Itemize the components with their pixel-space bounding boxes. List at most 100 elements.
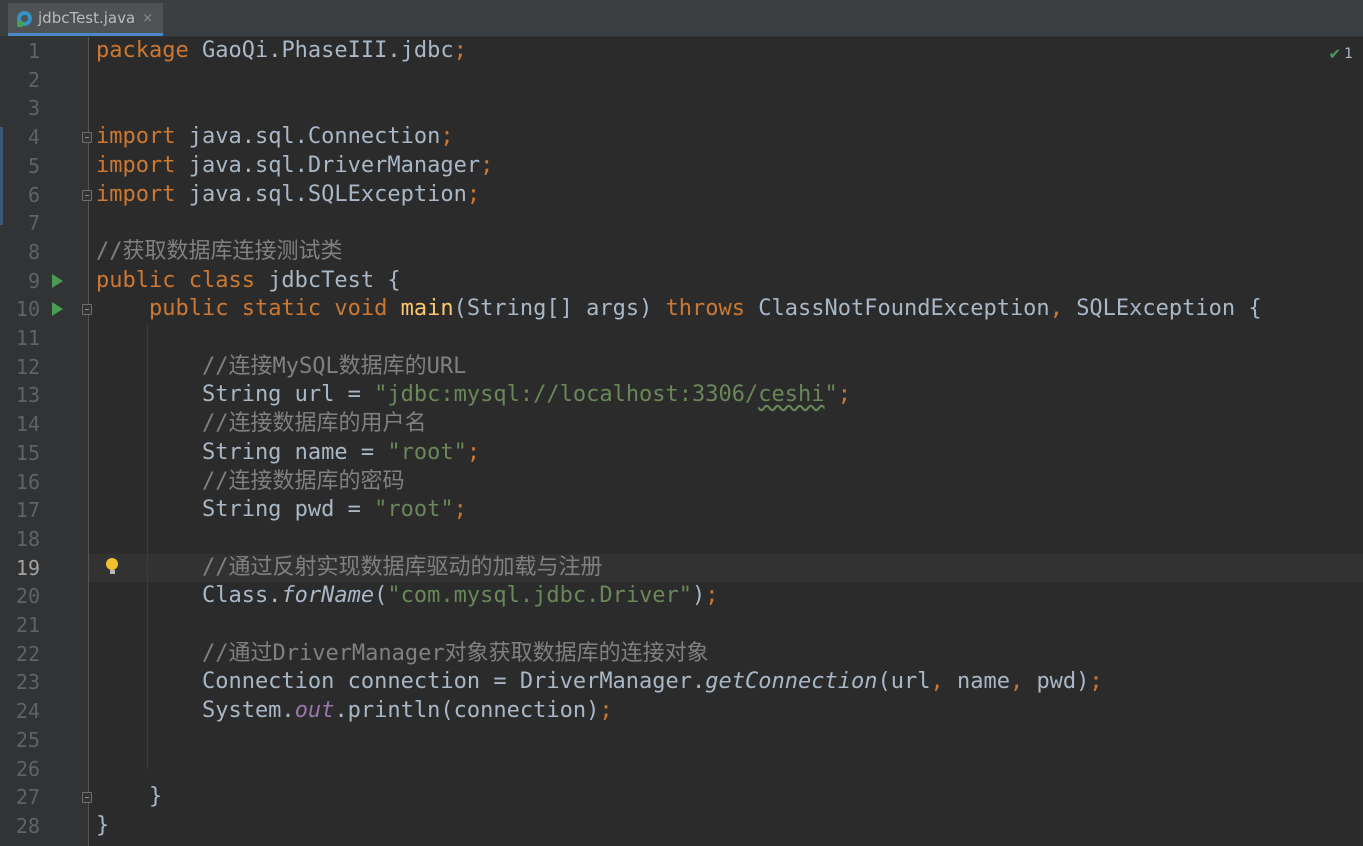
code-token: out [294, 698, 335, 724]
code-token: "root" [387, 439, 467, 465]
line-number: 10 [15, 297, 40, 322]
code-token: //通过反射实现数据库驱动的加载与注册 [201, 554, 603, 580]
fold-marker-icon[interactable] [82, 792, 92, 804]
code-token: //连接数据库的密码 [201, 468, 405, 494]
line-number: 9 [27, 268, 40, 293]
code-line[interactable]: package GaoQi.PhaseIII.jdbc; [96, 37, 467, 66]
line-number: 8 [27, 239, 40, 264]
code-line[interactable]: } [96, 812, 109, 841]
code-token: forName [281, 583, 375, 609]
code-token: ; [453, 497, 467, 523]
line-number: 12 [15, 354, 40, 379]
code-token: (url [877, 669, 931, 695]
intention-bulb-icon[interactable] [106, 557, 118, 574]
code-token: String pwd = [96, 497, 375, 523]
fold-marker-icon[interactable] [82, 132, 92, 144]
code-token: ; [466, 181, 481, 207]
line-number: 28 [15, 813, 40, 838]
line-number: 20 [15, 584, 40, 609]
java-class-icon [17, 10, 32, 27]
code-token: public class [96, 267, 269, 293]
line-number: 15 [15, 440, 40, 465]
code-line[interactable]: //获取数据库连接测试类 [96, 238, 343, 267]
inspection-status[interactable]: ✔ 1 [1329, 45, 1354, 63]
code-token: pwd) [1036, 669, 1090, 695]
code-line[interactable]: //连接MySQL数据库的URL [96, 353, 466, 382]
code-token: "com.mysql.jdbc.Driver" [387, 583, 693, 609]
tab-filename: jdbcTest.java [38, 9, 136, 27]
line-number: 1 [27, 39, 40, 63]
file-tab[interactable]: jdbcTest.java × [8, 3, 163, 36]
code-token: } [96, 812, 110, 838]
run-gutter-icon[interactable] [52, 273, 63, 288]
code-line[interactable]: } [96, 783, 162, 812]
code-line[interactable]: String pwd = "root"; [96, 496, 467, 525]
code-token: public static void [148, 296, 401, 322]
code-line[interactable]: import java.sql.SQLException; [96, 181, 480, 210]
code-editor[interactable]: 1 package GaoQi.PhaseIII.jdbc; 2 3 4 import j… [0, 37, 1363, 846]
code-line[interactable]: String url = "jdbc:mysql://localhost:330… [96, 381, 851, 410]
code-token: String url = [96, 382, 375, 408]
code-token: name [956, 669, 1010, 695]
line-number: 26 [15, 756, 40, 781]
line-number: 13 [15, 383, 40, 408]
code-line[interactable]: import java.sql.Connection; [96, 123, 454, 152]
inspection-count: 1 [1344, 46, 1353, 62]
code-token: ClassNotFoundException [758, 296, 1050, 322]
close-icon[interactable]: × [142, 11, 153, 26]
code-token: ; [837, 382, 851, 408]
line-number: 6 [27, 182, 40, 207]
line-number: 24 [15, 699, 40, 724]
code-token: import [96, 124, 189, 150]
run-gutter-icon[interactable] [52, 302, 63, 317]
code-token: , [1009, 669, 1037, 695]
code-token: "jdbc:mysql://localhost:3306/ [374, 382, 759, 408]
code-token: //通过DriverManager对象获取数据库的连接对象 [201, 640, 709, 666]
checkmark-icon: ✔ [1328, 45, 1342, 63]
code-token: , [1049, 296, 1077, 322]
code-token: throws [665, 296, 759, 322]
fold-marker-icon[interactable] [82, 304, 92, 316]
code-token: ; [453, 38, 467, 63]
code-line[interactable]: Class.forName("com.mysql.jdbc.Driver"); [96, 582, 719, 611]
code-token: ; [599, 698, 613, 724]
line-number: 5 [27, 153, 40, 178]
code-line[interactable]: public static void main(String[] args) t… [96, 295, 1262, 324]
line-number: 19 [15, 555, 40, 580]
code-token: java.sql.SQLException [188, 181, 467, 207]
code-token: import [96, 152, 189, 178]
editor-tab-bar: jdbcTest.java × [0, 0, 1363, 37]
code-line[interactable]: import java.sql.DriverManager; [96, 152, 493, 181]
code-token: "root" [374, 497, 454, 523]
line-number: 21 [15, 613, 40, 637]
line-number: 2 [27, 67, 40, 92]
line-number: 14 [15, 412, 40, 437]
code-token: java.sql.DriverManager [188, 152, 481, 178]
code-line[interactable]: //连接数据库的用户名 [96, 410, 427, 439]
code-token: main [400, 296, 454, 322]
code-token: //连接MySQL数据库的URL [201, 353, 467, 379]
code-token: //获取数据库连接测试类 [96, 238, 343, 264]
fold-marker-icon[interactable] [82, 189, 92, 201]
code-line[interactable]: //通过反射实现数据库驱动的加载与注册 [96, 554, 603, 583]
code-token: ( [374, 583, 388, 609]
code-token: System. [96, 698, 295, 724]
line-number: 7 [27, 211, 40, 236]
code-token: ) [692, 583, 706, 609]
line-number: 11 [15, 326, 40, 350]
code-token: ; [440, 124, 454, 150]
change-marker [0, 127, 3, 225]
code-line[interactable]: //通过DriverManager对象获取数据库的连接对象 [96, 640, 709, 669]
code-line[interactable]: //连接数据库的密码 [96, 468, 405, 497]
code-line[interactable]: public class jdbcTest { [96, 267, 401, 296]
code-line[interactable]: Connection connection = DriverManager.ge… [96, 668, 1103, 697]
line-number: 25 [15, 727, 40, 752]
code-line[interactable]: String name = "root"; [96, 439, 480, 468]
code-token: jdbcTest { [268, 267, 401, 293]
code-line[interactable]: System.out.println(connection); [96, 697, 613, 726]
code-token: , [930, 669, 957, 695]
